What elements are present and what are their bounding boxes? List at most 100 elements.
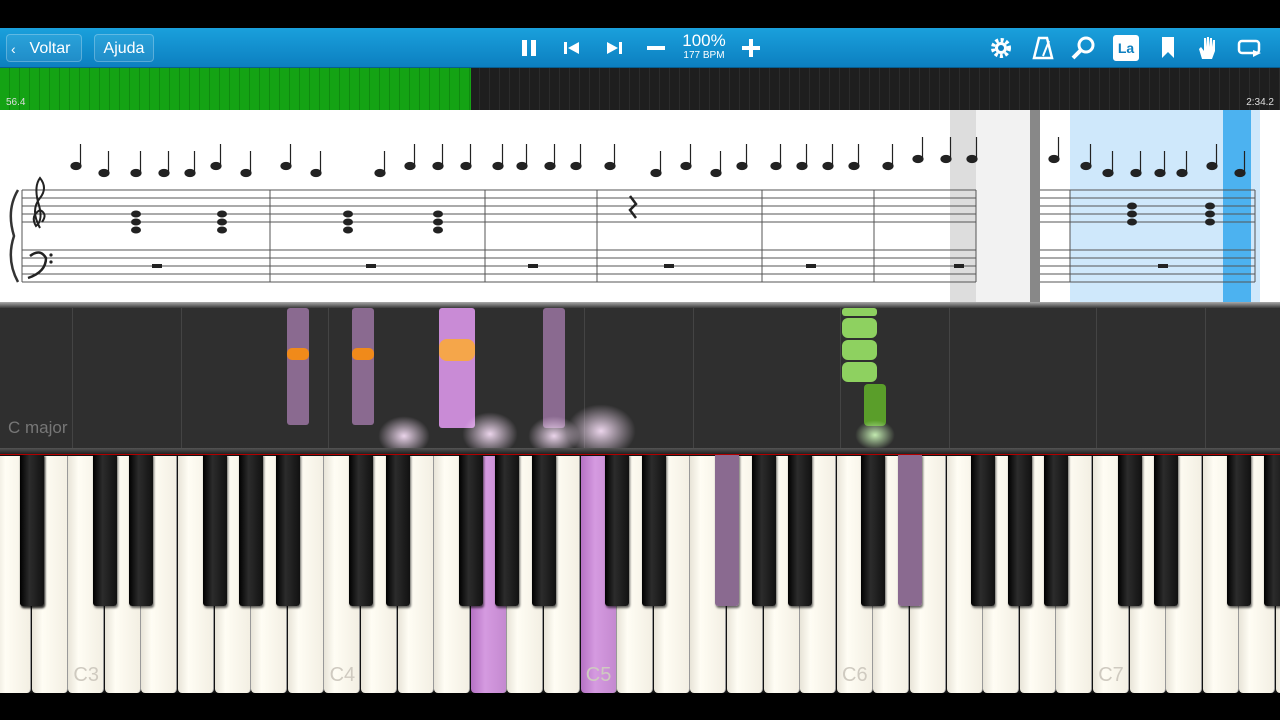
help-button[interactable]: Ajuda (94, 34, 154, 62)
octave-label: C7 (1098, 664, 1124, 686)
black-key[interactable] (385, 454, 410, 606)
octave-label: C6 (842, 664, 868, 686)
note-bar (287, 308, 309, 425)
tempo-percent: 100% (682, 31, 726, 50)
note-head (1102, 168, 1114, 178)
black-key[interactable] (458, 454, 483, 606)
black-key[interactable] (275, 454, 300, 606)
black-key[interactable] (129, 454, 154, 606)
black-key[interactable] (788, 454, 813, 606)
black-key[interactable] (1264, 454, 1280, 606)
black-key[interactable] (202, 454, 227, 606)
key-signature-label: C major (8, 418, 68, 437)
note-bar (352, 308, 374, 425)
toolbar: ‹ Voltar Ajuda 100% 177 BPM La (0, 28, 1280, 68)
back-button[interactable]: ‹ Voltar (6, 34, 82, 62)
tempo-bpm: 177 BPM (683, 50, 725, 61)
black-key[interactable] (532, 454, 556, 606)
black-key[interactable] (971, 454, 996, 606)
note-bar (439, 308, 475, 428)
staff-notation (9, 110, 1260, 302)
piano-keyboard[interactable]: C3 C4 C5 C6 C7 (0, 448, 1280, 693)
note-head (882, 161, 894, 171)
chevron-left-icon: ‹ (11, 41, 16, 57)
note-head (374, 168, 386, 178)
black-key[interactable] (751, 454, 776, 606)
note-head (1130, 168, 1142, 178)
note-head (604, 161, 616, 171)
note-head (432, 161, 444, 171)
octave-label: C5 (585, 664, 612, 686)
note-head (158, 168, 170, 178)
note-head (1176, 168, 1188, 178)
synthesia-app: { "toolbar": { "back_label": "Voltar", "… (0, 0, 1280, 720)
black-key[interactable] (1227, 454, 1252, 606)
metronome-icon[interactable] (1027, 32, 1059, 64)
black-key[interactable] (1044, 454, 1069, 606)
note-head (544, 161, 556, 171)
bottom-bar (0, 693, 1280, 720)
note-head (1080, 161, 1092, 171)
keyboard-rail (0, 448, 1280, 455)
black-key[interactable] (715, 454, 739, 606)
next-icon[interactable] (598, 32, 630, 64)
note-head (98, 168, 110, 178)
search-icon[interactable] (1068, 32, 1100, 64)
note-label-text: La (1113, 35, 1139, 61)
loop-icon[interactable] (1234, 32, 1266, 64)
note-label-icon[interactable]: La (1110, 32, 1142, 64)
note-head (680, 161, 692, 171)
note-head (1154, 168, 1166, 178)
note-head (1206, 161, 1218, 171)
note-head (130, 168, 142, 178)
black-key[interactable] (239, 454, 264, 606)
falling-notes-area: C major (0, 308, 1280, 448)
note-head (184, 168, 196, 178)
black-key[interactable] (92, 454, 117, 606)
tempo-plus-icon[interactable] (735, 32, 767, 64)
black-key[interactable] (898, 454, 922, 606)
note-head (912, 154, 924, 164)
note-head (650, 168, 662, 178)
note-bar-green (842, 340, 877, 360)
hand-icon[interactable] (1192, 32, 1224, 64)
black-key[interactable] (605, 454, 630, 606)
note-head (710, 168, 722, 178)
note-head (240, 168, 252, 178)
note-head (492, 161, 504, 171)
pause-icon[interactable] (513, 32, 545, 64)
octave-label: C4 (329, 664, 356, 686)
note-head (280, 161, 292, 171)
help-button-label: Ajuda (103, 40, 145, 57)
black-key[interactable] (641, 454, 666, 606)
black-key[interactable] (19, 454, 44, 606)
black-key[interactable] (349, 454, 373, 606)
black-key[interactable] (495, 454, 520, 606)
bookmark-icon[interactable] (1152, 32, 1184, 64)
note-bar-green (842, 318, 877, 338)
note-head (966, 154, 978, 164)
previous-icon[interactable] (556, 32, 588, 64)
note-head (796, 161, 808, 171)
gear-icon[interactable] (985, 32, 1017, 64)
black-key[interactable] (1117, 454, 1142, 606)
octave-label: C3 (73, 664, 99, 686)
note-head (770, 161, 782, 171)
note-head (516, 161, 528, 171)
highlight-note (287, 348, 309, 360)
note-head (70, 161, 82, 171)
sheet-music (0, 110, 1280, 302)
progress-fill (0, 68, 472, 110)
tempo-minus-icon[interactable] (640, 32, 672, 64)
black-key[interactable] (1007, 454, 1032, 606)
song-progress-bar[interactable]: 56.4 2:34.2 (0, 68, 1280, 110)
note-head (1234, 168, 1246, 178)
note-head (848, 161, 860, 171)
note-head (404, 161, 416, 171)
black-key[interactable] (861, 454, 886, 606)
note-head (460, 161, 472, 171)
note-bar-green (842, 362, 877, 382)
total-time: 2:34.2 (1246, 97, 1274, 108)
black-key[interactable] (1154, 454, 1179, 606)
highlight-note (352, 348, 374, 360)
